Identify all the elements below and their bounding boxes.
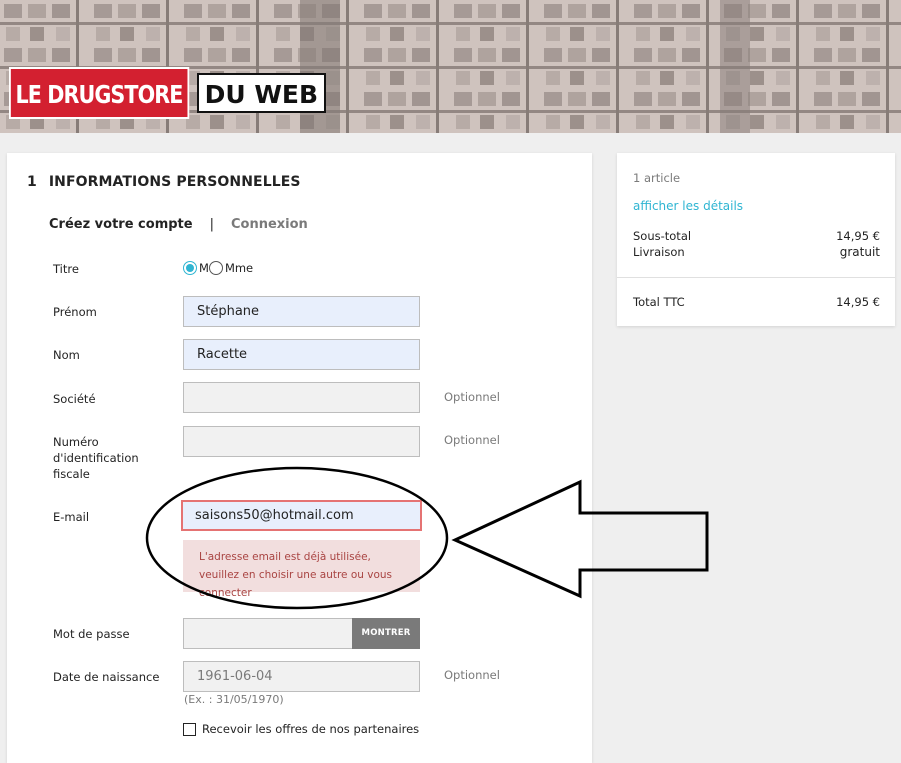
company-input[interactable] [183, 382, 420, 413]
firstname-input[interactable]: Stéphane [183, 296, 420, 327]
title-radio-group: M Mme [183, 261, 253, 275]
lastname-label: Nom [53, 348, 80, 362]
tab-create-account[interactable]: Créez votre compte [49, 217, 193, 232]
logo-text-red: LE DRUGSTORE [9, 67, 189, 119]
shipping-value: gratuit [839, 245, 880, 259]
partners-offer-row[interactable]: Recevoir les offres de nos partenaires [183, 722, 419, 736]
site-logo[interactable]: LE DRUGSTORE DU WEB [9, 67, 327, 119]
email-error-message: L'adresse email est déjà utilisée, veuil… [183, 540, 420, 599]
shipping-label: Livraison [633, 245, 685, 259]
show-password-button[interactable]: MONTRER [352, 618, 420, 649]
taxid-label: Numéro d'identification fiscale [53, 435, 139, 481]
birthdate-label: Date de naissance [53, 670, 160, 684]
taxid-input[interactable] [183, 426, 420, 457]
birthdate-input[interactable]: 1961-06-04 [183, 661, 420, 692]
show-details-link[interactable]: afficher les détails [633, 199, 743, 213]
summary-divider [617, 277, 895, 278]
radio-mme[interactable] [208, 261, 223, 275]
logo-text-white: DU WEB [196, 73, 327, 113]
subtotal-label: Sous-total [633, 229, 692, 243]
birthdate-hint: (Ex. : 31/05/1970) [184, 693, 284, 706]
personal-info-panel: 1 INFORMATIONS PERSONNELLES Créez votre c… [7, 153, 592, 763]
step-title-text: INFORMATIONS PERSONNELLES [48, 174, 301, 190]
header-banner: LE DRUGSTORE DU WEB [0, 0, 901, 133]
firstname-label: Prénom [53, 305, 97, 319]
cart-summary: 1 article afficher les détails Sous-tota… [617, 153, 895, 326]
taxid-optional: Optionnel [444, 433, 500, 447]
radio-m[interactable] [183, 261, 197, 275]
total-value: 14,95 € [836, 295, 880, 309]
password-label: Mot de passe [53, 627, 130, 641]
total-row: Total TTC 14,95 € [633, 295, 880, 309]
company-label: Société [53, 392, 96, 406]
radio-mme-label: Mme [224, 261, 254, 275]
company-optional: Optionnel [444, 390, 500, 404]
email-label: E-mail [53, 510, 90, 524]
step-number: 1 [27, 174, 37, 190]
subtotal-value: 14,95 € [836, 229, 880, 243]
partners-checkbox-label: Recevoir les offres de nos partenaires [202, 722, 420, 736]
cart-item-count: 1 article [633, 171, 681, 185]
lastname-input[interactable]: Racette [183, 339, 420, 370]
shipping-row: Livraison gratuit [633, 245, 880, 259]
total-label: Total TTC [633, 295, 685, 309]
tab-login[interactable]: Connexion [231, 217, 308, 232]
account-tabs: Créez votre compte | Connexion [49, 217, 308, 232]
tab-separator: | [209, 217, 214, 232]
email-input[interactable]: saisons50@hotmail.com [181, 500, 422, 531]
radio-m-label: M [199, 261, 209, 275]
step-title: 1 INFORMATIONS PERSONNELLES [27, 174, 301, 190]
subtotal-row: Sous-total 14,95 € [633, 229, 880, 243]
password-input[interactable] [183, 618, 353, 649]
birthdate-optional: Optionnel [444, 668, 500, 682]
partners-checkbox[interactable] [183, 722, 196, 736]
title-label: Titre [53, 262, 79, 276]
